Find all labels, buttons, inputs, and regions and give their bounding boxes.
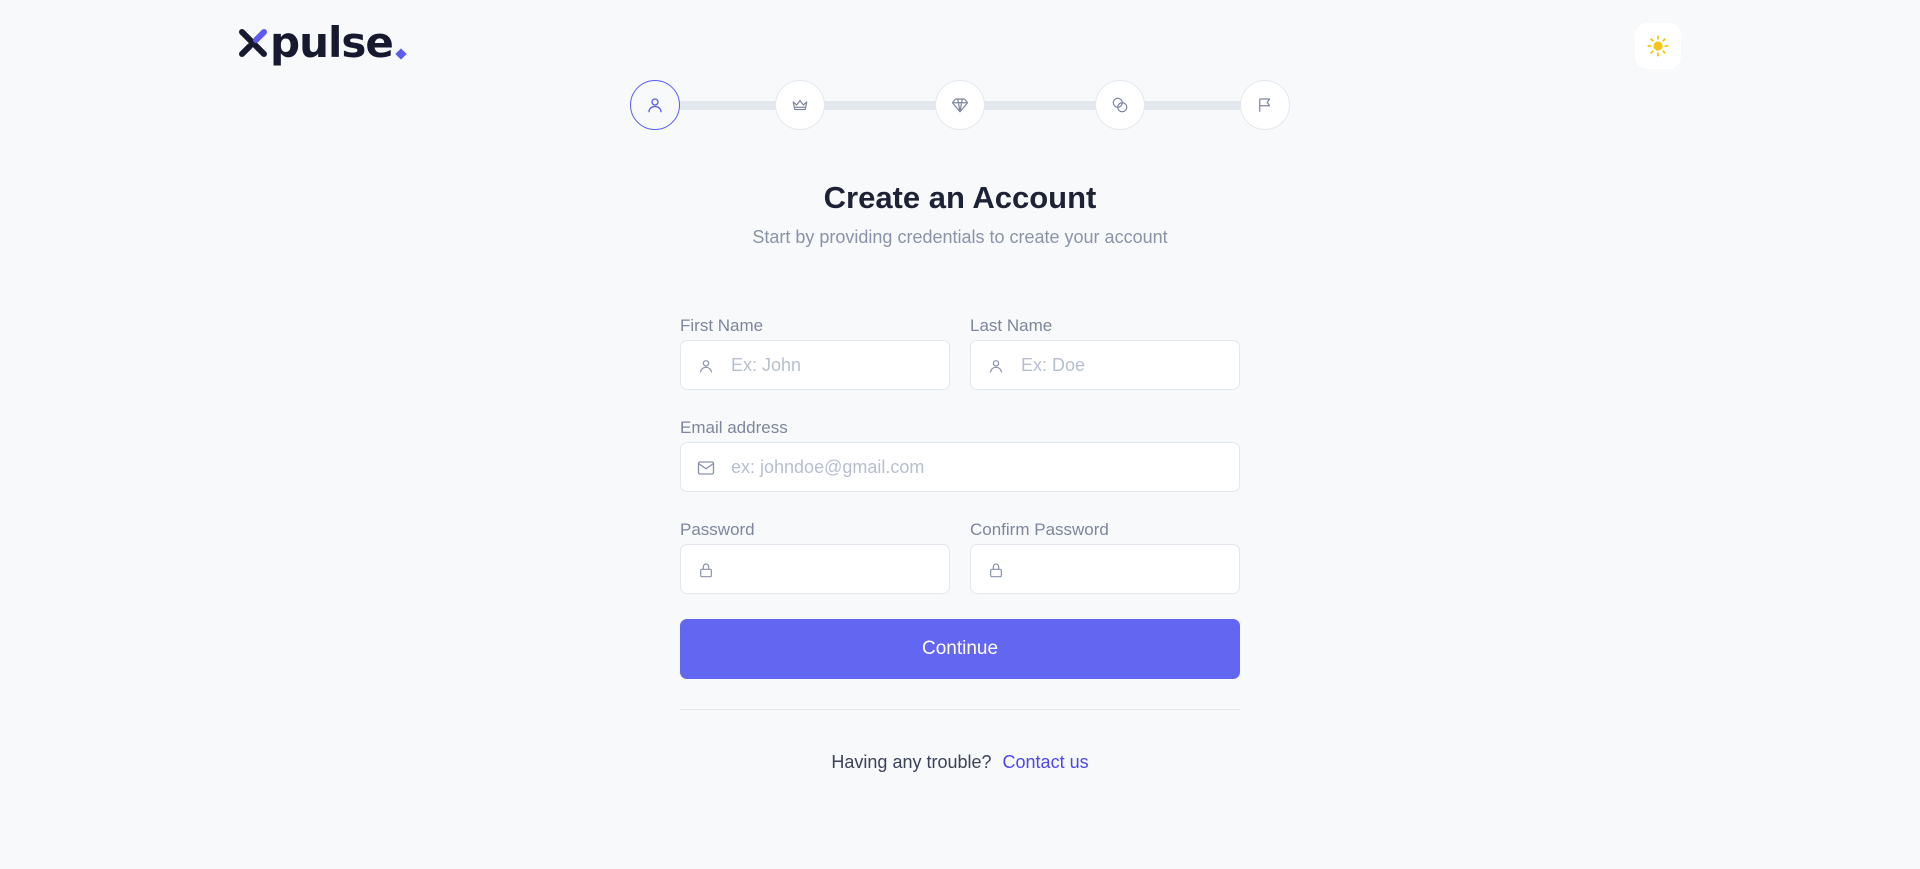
divider — [680, 709, 1240, 710]
confirm-password-input-wrap — [970, 544, 1240, 594]
page-title: Create an Account — [823, 180, 1097, 215]
email-row: Email address — [680, 418, 1240, 492]
logo-dot-icon — [395, 47, 407, 60]
coins-icon — [1112, 97, 1128, 113]
logo-x-icon — [239, 28, 267, 57]
password-row: Password Confirm Password — [680, 520, 1240, 594]
email-input[interactable] — [681, 443, 1239, 491]
first-name-label: First Name — [680, 316, 764, 335]
user-icon — [986, 356, 1006, 376]
sun-icon — [1647, 35, 1669, 57]
signup-form: First Name Last Name — [680, 316, 1240, 773]
password-input-wrap — [680, 544, 950, 594]
diamond-icon — [951, 98, 969, 113]
email-label: Email address — [680, 418, 788, 437]
password-input[interactable] — [681, 545, 949, 593]
last-name-input-wrap — [970, 340, 1240, 390]
password-field: Password — [680, 520, 950, 594]
brand-logo[interactable]: pulse — [238, 18, 407, 67]
step-billing[interactable] — [1095, 80, 1145, 130]
brand-name: pulse — [270, 18, 394, 67]
step-account[interactable] — [630, 80, 680, 130]
first-name-field: First Name — [680, 316, 950, 390]
user-icon — [696, 356, 716, 376]
continue-button[interactable]: Continue — [680, 619, 1240, 679]
lock-icon — [696, 560, 716, 580]
email-field: Email address — [680, 418, 1240, 492]
help-text: Having any trouble? Contact us — [680, 752, 1240, 773]
user-icon — [648, 98, 662, 113]
confirm-password-label: Confirm Password — [970, 520, 1109, 539]
lock-icon — [986, 560, 1006, 580]
mail-icon — [696, 458, 716, 478]
signup-stepper — [630, 80, 1290, 130]
email-input-wrap — [680, 442, 1240, 492]
first-name-input[interactable] — [681, 341, 949, 389]
step-features[interactable] — [935, 80, 985, 130]
page-subtitle: Start by providing credentials to create… — [752, 227, 1168, 247]
last-name-field: Last Name — [970, 316, 1240, 390]
flag-icon — [1259, 98, 1271, 112]
password-label: Password — [680, 520, 755, 539]
step-plan[interactable] — [775, 80, 825, 130]
theme-toggle-button[interactable] — [1635, 23, 1681, 69]
first-name-input-wrap — [680, 340, 950, 390]
last-name-input[interactable] — [971, 341, 1239, 389]
last-name-label: Last Name — [970, 316, 1053, 335]
confirm-password-field: Confirm Password — [970, 520, 1240, 594]
confirm-password-input[interactable] — [971, 545, 1239, 593]
crown-icon — [792, 99, 808, 111]
contact-us-link[interactable]: Contact us — [1003, 752, 1089, 772]
step-finish[interactable] — [1240, 80, 1290, 130]
name-row: First Name Last Name — [680, 316, 1240, 390]
trouble-text: Having any trouble? — [831, 752, 992, 772]
